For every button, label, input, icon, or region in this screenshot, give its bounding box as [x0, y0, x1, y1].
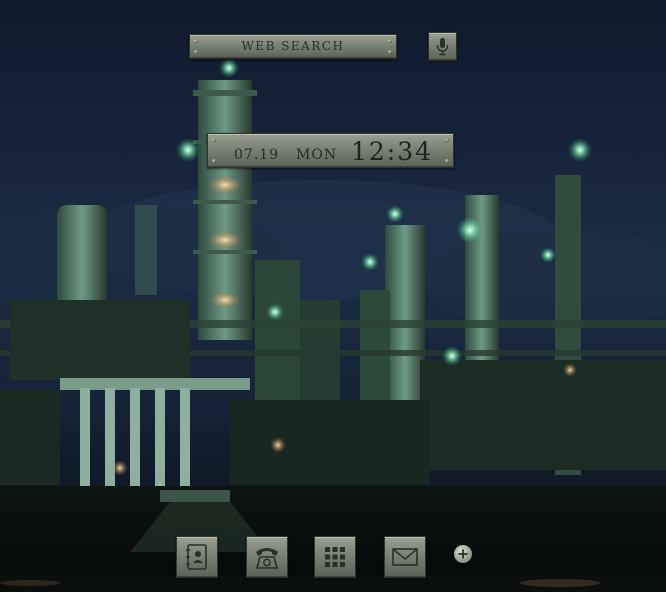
add-dock-item-button[interactable]	[454, 545, 472, 563]
web-search-bar[interactable]: WEB SEARCH	[189, 34, 397, 59]
dock-contacts-button[interactable]	[176, 536, 218, 578]
plus-icon	[458, 549, 468, 559]
home-screen: WEB SEARCH 07.19 MON 12:34	[0, 0, 666, 592]
dock-mail-button[interactable]	[384, 536, 426, 578]
rivet-decoration	[212, 159, 216, 163]
clock-day: MON	[296, 147, 338, 163]
clock-time: 12:34	[351, 137, 434, 166]
wallpaper-image	[0, 0, 666, 592]
clock-date: 07.19	[234, 147, 280, 163]
app-grid-icon	[325, 547, 345, 567]
web-search-label: WEB SEARCH	[241, 39, 345, 53]
rivet-decoration	[445, 159, 449, 163]
rivet-decoration	[212, 138, 216, 142]
dock-phone-button[interactable]	[246, 536, 288, 578]
contacts-book-icon	[186, 544, 207, 570]
telephone-icon	[255, 548, 279, 569]
microphone-icon	[436, 38, 449, 56]
envelope-icon	[392, 548, 418, 566]
dock-app-drawer-button[interactable]	[314, 536, 356, 578]
voice-search-button[interactable]	[428, 32, 457, 61]
clock-widget[interactable]: 07.19 MON 12:34	[207, 133, 454, 168]
rivet-decoration	[445, 138, 449, 142]
